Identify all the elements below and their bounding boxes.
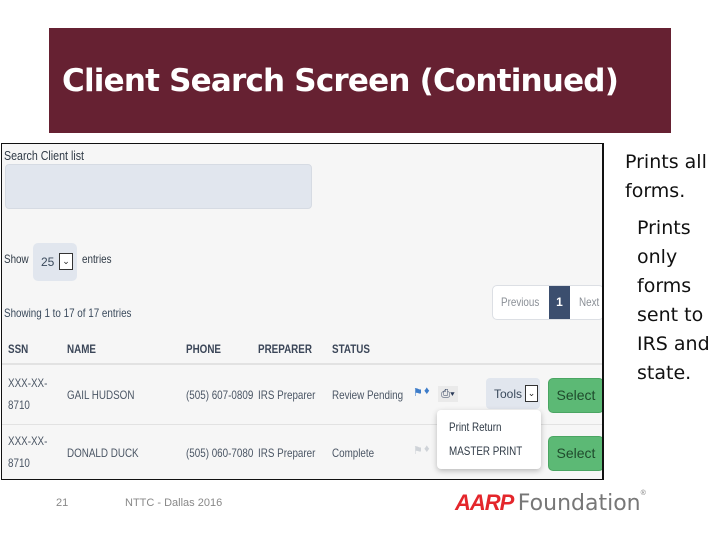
printer-icon[interactable]: ⎙▾ [438,386,458,402]
note-prints-all-forms: Prints all forms. [625,151,707,202]
header-divider [2,363,602,365]
tag-icon[interactable]: ♦ [424,385,430,397]
tools-label: Tools [494,387,523,401]
aarp-foundation-logo: AARP Foundation® [455,490,646,516]
search-label: Search Client list [4,148,84,163]
phone-cell: (505) 060-7080 [186,446,254,460]
pagination-next[interactable]: Next [579,286,599,319]
flag-icon[interactable]: ⚑ [413,386,423,399]
name-cell: DONALD DUCK [67,446,139,460]
pagination: Previous 1 Next [492,285,602,320]
name-cell: GAIL HUDSON [67,388,135,402]
logo-suffix: Foundation [517,491,641,516]
ssn-cell-line2: 8710 [8,456,30,470]
preparer-cell: IRS Preparer [258,388,316,402]
ssn-cell: XXX-XX- [8,376,48,390]
show-label: Show [4,252,29,266]
phone-cell: (505) 607-0809 [186,388,254,402]
ssn-cell-line2: 8710 [8,398,30,412]
column-header-ssn[interactable]: SSN [8,342,28,356]
entries-per-page-select[interactable]: 25 ⌄ [33,243,77,281]
registered-mark: ® [640,490,646,497]
status-cell: Complete [332,446,375,460]
showing-entries-info: Showing 1 to 17 of 17 entries [4,306,132,320]
entries-label: entries [82,252,112,266]
ssn-cell: XXX-XX- [8,434,48,448]
tag-icon[interactable]: ♦ [424,443,430,455]
column-header-phone[interactable]: PHONE [186,342,221,356]
preparer-cell: IRS Preparer [258,446,316,460]
slide-title: Client Search Screen (Continued) [62,62,619,99]
column-header-status[interactable]: STATUS [332,342,370,356]
chevron-down-icon[interactable]: ⌄ [59,253,73,270]
entries-value: 25 [41,255,55,269]
footer-text: NTTC - Dallas 2016 [125,497,223,509]
search-client-input[interactable] [5,164,312,209]
logo-brand: AARP [455,490,514,515]
select-button[interactable]: Select [548,378,602,413]
print-menu: Print Return MASTER PRINT [437,410,541,469]
master-print-menu-item[interactable]: MASTER PRINT [449,444,522,458]
slide-number: 21 [56,497,69,509]
client-search-screenshot: Search Client list Show 25 ⌄ entries Sho… [1,143,604,480]
flag-icon[interactable]: ⚑ [413,444,423,457]
print-return-menu-item[interactable]: Print Return [449,420,502,434]
tools-dropdown[interactable]: Tools ⌄ [486,378,540,409]
pagination-previous[interactable]: Previous [501,286,539,319]
pagination-page-1[interactable]: 1 [549,286,570,319]
chevron-down-icon[interactable]: ⌄ [525,385,538,402]
column-header-preparer[interactable]: PREPARER [258,342,312,356]
column-header-name[interactable]: NAME [67,342,96,356]
slide-title-bar: Client Search Screen (Continued) [49,28,671,133]
status-cell: Review Pending [332,388,404,402]
select-button[interactable]: Select [548,436,602,471]
note-prints-irs-state-forms: Prints only forms sent to IRS and state. [637,217,710,384]
